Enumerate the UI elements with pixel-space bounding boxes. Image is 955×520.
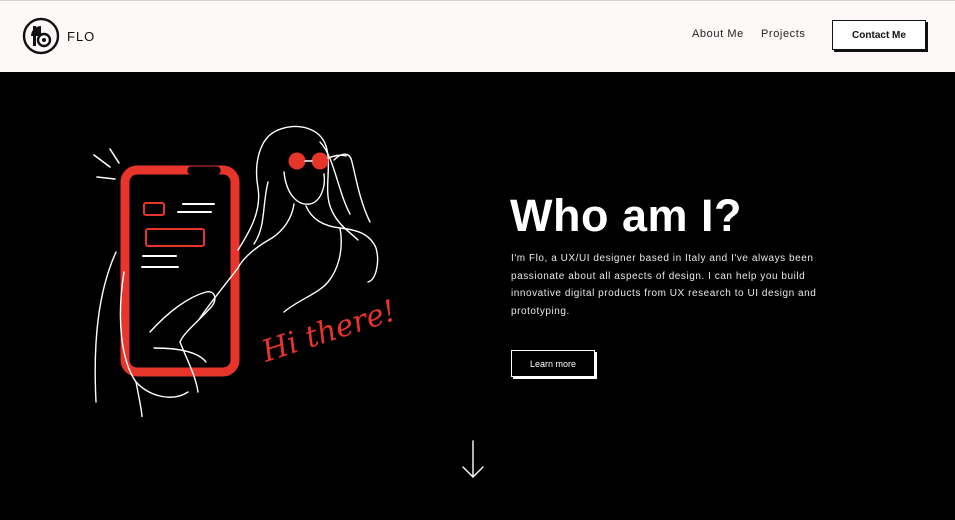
hero-description: I'm Flo, a UX/UI designer based in Italy… bbox=[511, 253, 817, 317]
hand-drawing bbox=[94, 251, 216, 417]
hero-section: Hi there! Who am I? I'm Flo, a UX/UI des… bbox=[0, 72, 955, 520]
woman-drawing bbox=[199, 125, 379, 319]
brand-logo[interactable]: FLO bbox=[22, 17, 95, 55]
nav-about-me[interactable]: About Me bbox=[692, 28, 744, 40]
hero-title: Who am I? bbox=[510, 190, 742, 241]
arrow-down-icon[interactable] bbox=[461, 440, 485, 480]
brand-name: FLO bbox=[67, 28, 96, 44]
flo-circle-logo-icon bbox=[22, 17, 60, 55]
sunglasses-drawing bbox=[288, 152, 347, 170]
nav-projects[interactable]: Projects bbox=[761, 28, 806, 40]
learn-more-button[interactable]: Learn more bbox=[511, 350, 595, 377]
site-header: FLO About Me Projects Contact Me bbox=[0, 0, 955, 72]
hi-there-handwriting: Hi there! bbox=[257, 293, 401, 369]
contact-me-button[interactable]: Contact Me bbox=[832, 20, 926, 50]
phone-woman-illustration: Hi there! bbox=[93, 125, 401, 417]
excitement-lines bbox=[93, 148, 120, 180]
